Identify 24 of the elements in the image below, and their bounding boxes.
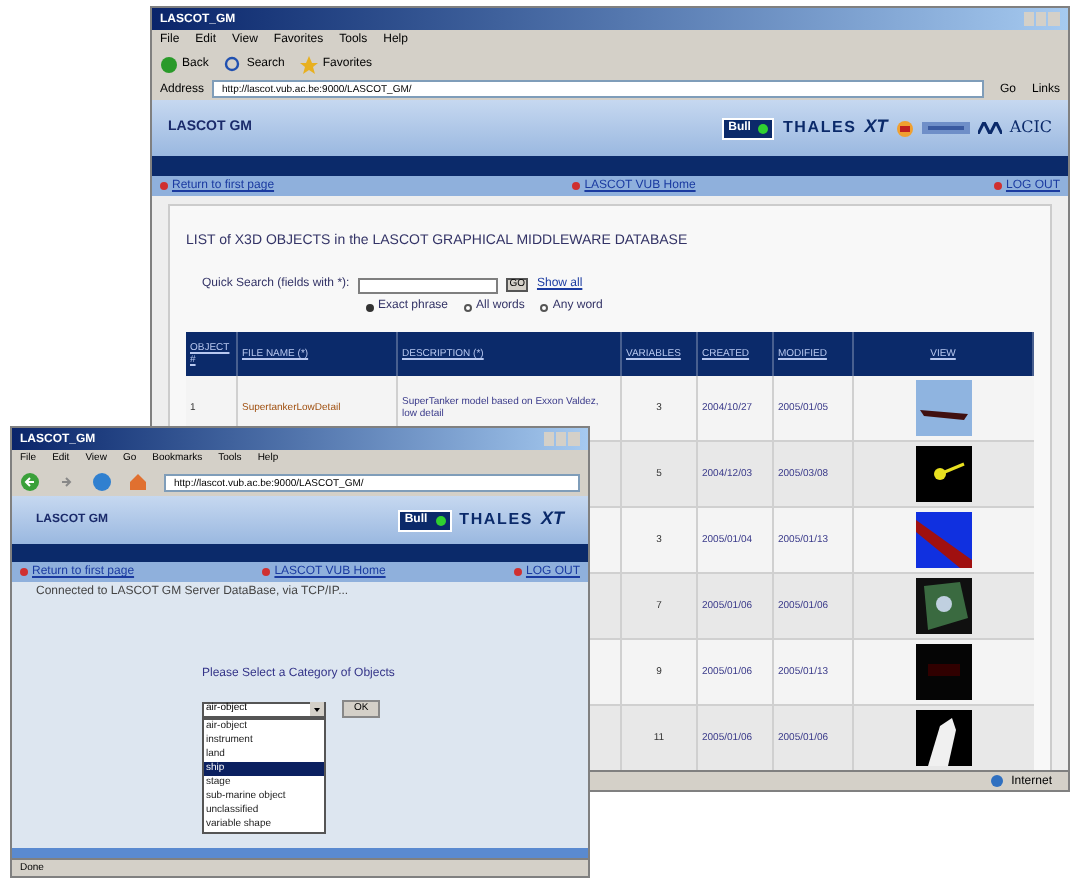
bullet-icon [262,568,271,576]
logo-mark-icon [921,122,970,134]
logo: THALES [459,508,533,532]
forward-arrow-icon[interactable] [56,472,76,492]
globe-icon [989,774,1004,788]
home-icon[interactable] [128,472,148,492]
logo: XT [864,114,888,141]
logo: ACIC [1009,116,1052,140]
bullet-icon [513,568,522,576]
bullet-icon [993,182,1002,190]
bullet-icon [160,182,168,190]
wave-icon [977,122,1002,134]
logo: XT [540,506,564,533]
search-field[interactable] [357,277,498,293]
logo: THALES [782,116,857,140]
bullet-icon [20,568,28,576]
search-icon [224,55,243,73]
caret-icon [310,702,324,716]
globe-icon[interactable] [92,472,112,492]
window-controls-icon[interactable] [1024,12,1060,26]
emblem-icon [895,119,914,137]
bullet-icon [572,182,581,190]
window-controls-icon[interactable] [544,432,580,446]
star-icon [300,55,319,73]
